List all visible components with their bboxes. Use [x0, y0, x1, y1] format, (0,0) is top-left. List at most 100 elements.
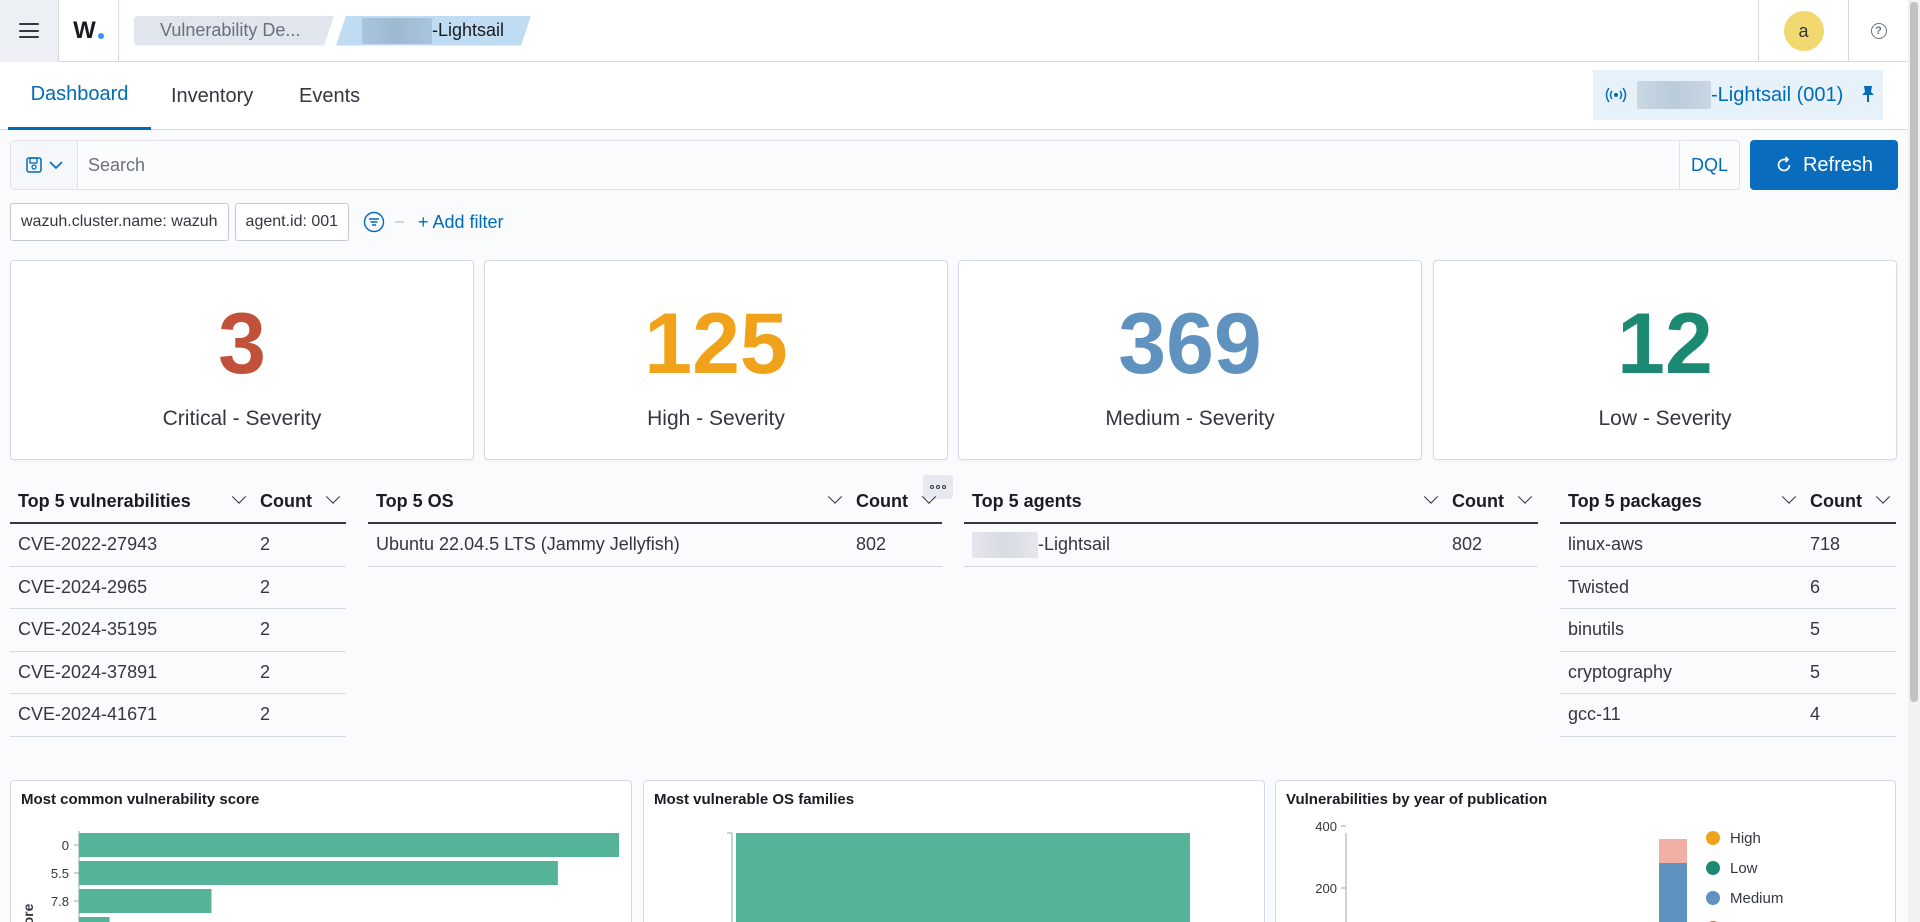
tick-label: 7.8 — [51, 894, 69, 909]
table-body: Ubuntu 22.04.5 LTS (Jammy Jellyfish) 802 — [368, 524, 942, 567]
column-header-count[interactable]: Count — [1444, 479, 1538, 523]
top-os-table: Top 5 OS Count Ubuntu 22.04.5 LTS (Jammy… — [368, 480, 942, 567]
table-row[interactable]: -Lightsail 802 — [964, 524, 1538, 567]
legend-dot-icon — [1706, 861, 1720, 875]
column-header-agent[interactable]: Top 5 agents — [964, 479, 1444, 523]
table-cell-count: 802 — [1452, 534, 1483, 555]
tab-events[interactable]: Events — [299, 62, 360, 130]
chevron-down-icon — [231, 489, 247, 504]
table-row[interactable]: gcc-11 4 — [1560, 694, 1896, 737]
tab-inventory[interactable]: Inventory — [171, 62, 253, 130]
tab-dashboard[interactable]: Dashboard — [8, 62, 151, 130]
table-cell-count: 802 — [856, 534, 887, 555]
legend-label: Low — [1730, 859, 1758, 877]
table-body: CVE-2022-27943 2 CVE-2024-2965 2 CVE-2024-35… — [10, 524, 346, 737]
top-header: W Vulnerability De... -Lightsail — [0, 0, 1908, 62]
year-stacked-bar-chart: 400 200 — [1315, 819, 1687, 922]
menu-button[interactable] — [0, 0, 59, 62]
critical-label: Critical - Severity — [162, 407, 322, 430]
high-severity-card: 125 High - Severity — [484, 260, 948, 460]
score-bar-chart: score 0 5.5 7.8 — [20, 831, 619, 922]
help-icon: ? — [1870, 23, 1887, 39]
bar-segment-medium — [1659, 863, 1687, 922]
column-header-count[interactable]: Count — [252, 479, 346, 523]
column-header-count[interactable]: Count — [848, 479, 942, 523]
legend-dot-icon — [1706, 831, 1720, 845]
redacted-agent-name — [362, 18, 432, 44]
user-menu[interactable]: a — [1758, 0, 1848, 62]
breadcrumb-agent[interactable]: -Lightsail — [336, 16, 531, 46]
os-families-bar-chart — [727, 832, 1190, 922]
legend-label: High — [1730, 829, 1761, 847]
table-cell-count: 6 — [1810, 576, 1821, 597]
legend-item-medium[interactable]: Medium — [1706, 883, 1783, 913]
signal-icon — [1605, 87, 1627, 103]
table-row[interactable]: Ubuntu 22.04.5 LTS (Jammy Jellyfish) 802 — [368, 524, 942, 567]
top-packages-table: Top 5 packages Count linux-aws 718 Twisted… — [1560, 480, 1896, 737]
chevron-down-icon — [49, 161, 63, 170]
column-header-vulnerability[interactable]: Top 5 vulnerabilities — [10, 479, 252, 523]
vulnerability-score-chart: Most common vulnerability score score05.… — [10, 780, 632, 922]
tick-label: 0 — [62, 838, 69, 853]
page-scrollbar[interactable] — [1908, 0, 1920, 922]
table-cell-name: CVE-2024-37891 — [18, 661, 158, 682]
legend-dot-icon — [1706, 891, 1720, 905]
table-row[interactable]: binutils 5 — [1560, 609, 1896, 652]
table-cell-count: 2 — [260, 576, 271, 597]
legend-item-critical[interactable]: Critical — [1706, 913, 1783, 922]
legend-item-high[interactable]: High — [1706, 823, 1783, 853]
search-bar: DQL Refresh — [10, 140, 1898, 190]
breadcrumb-vulnerability-detection[interactable]: Vulnerability De... — [134, 16, 334, 46]
breadcrumb-agent-label: -Lightsail — [432, 20, 505, 40]
breadcrumb: Vulnerability De... -Lightsail — [134, 0, 531, 62]
bar-segment-critical — [1659, 839, 1687, 863]
filter-pill-agent[interactable]: agent.id: 001 — [234, 203, 350, 241]
add-filter-button[interactable]: + Add filter — [418, 212, 504, 233]
critical-severity-card: 3 Critical - Severity — [10, 260, 474, 460]
filter-menu-icon[interactable] — [363, 211, 385, 233]
tick-label: 400 — [1315, 819, 1337, 834]
table-row[interactable]: Twisted 6 — [1560, 567, 1896, 609]
chevron-down-icon — [1517, 489, 1533, 504]
save-icon — [26, 157, 42, 173]
search-input[interactable] — [78, 141, 1679, 189]
table-body: linux-aws 718 Twisted 6 binutils 5 cryptograph… — [1560, 524, 1896, 737]
table-row[interactable]: CVE-2024-37891 2 — [10, 652, 346, 694]
table-row[interactable]: linux-aws 718 — [1560, 524, 1896, 567]
column-header-os[interactable]: Top 5 OS — [368, 479, 848, 523]
table-cell-name: CVE-2022-27943 — [18, 534, 158, 555]
help-button[interactable]: ? — [1848, 0, 1908, 62]
filter-pill-cluster[interactable]: wazuh.cluster.name: wazuh — [10, 203, 229, 241]
table-cell-name: cryptography — [1568, 661, 1673, 682]
table-cell-count: 5 — [1810, 619, 1821, 640]
table-row[interactable]: CVE-2024-41671 2 — [10, 694, 346, 737]
table-row[interactable]: CVE-2022-27943 2 — [10, 524, 346, 567]
legend-item-low[interactable]: Low — [1706, 853, 1783, 883]
redacted-agent-name — [1637, 81, 1711, 109]
table-cell-count: 4 — [1810, 704, 1821, 725]
pin-icon[interactable] — [1861, 85, 1875, 103]
bar — [79, 861, 558, 885]
saved-queries-button[interactable] — [11, 141, 78, 189]
bar — [79, 833, 619, 857]
tabs-bar: Dashboard Inventory Events -Lightsail (0… — [0, 62, 1908, 130]
table-row[interactable]: CVE-2024-2965 2 — [10, 567, 346, 609]
table-cell-count: 2 — [260, 619, 271, 640]
top-agents-table: Top 5 agents Count -Lightsail 802 — [964, 480, 1538, 567]
hamburger-icon — [19, 23, 39, 38]
column-header-count[interactable]: Count — [1802, 479, 1896, 523]
filter-separator: – — [395, 213, 404, 230]
query-language-button[interactable]: DQL — [1679, 141, 1739, 189]
table-row[interactable]: CVE-2024-35195 2 — [10, 609, 346, 652]
column-header-package[interactable]: Top 5 packages — [1560, 479, 1802, 523]
medium-count: 369 — [1118, 296, 1262, 392]
medium-label: Medium - Severity — [1105, 407, 1275, 430]
refresh-button[interactable]: Refresh — [1750, 140, 1898, 190]
wazuh-logo[interactable]: W — [59, 0, 119, 62]
table-cell-count: 2 — [260, 704, 271, 725]
table-row[interactable]: cryptography 5 — [1560, 652, 1896, 694]
table-cell-name: Twisted — [1568, 576, 1630, 597]
chevron-down-icon — [325, 489, 341, 504]
agent-selector[interactable]: -Lightsail (001) — [1593, 70, 1883, 120]
critical-count: 3 — [218, 296, 266, 392]
